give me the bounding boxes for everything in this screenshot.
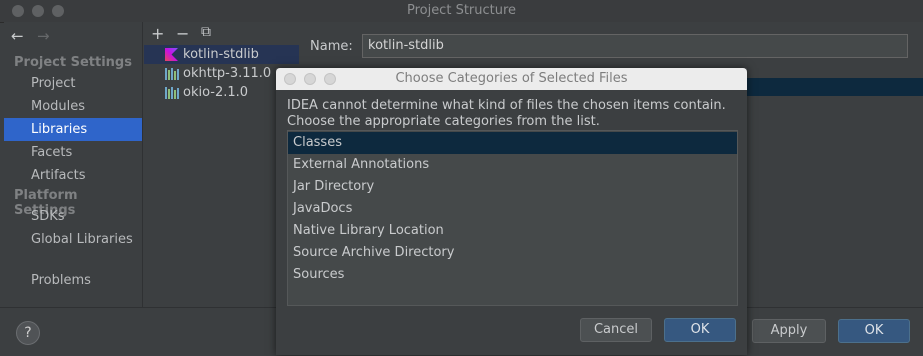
category-item-external-annotations[interactable]: External Annotations (288, 154, 737, 176)
project-settings-header: Project Settings (14, 55, 132, 70)
nav-item-artifacts[interactable]: Artifacts (4, 164, 142, 187)
choose-categories-dialog: Choose Categories of Selected Files IDEA… (276, 68, 747, 355)
nav-item-facets[interactable]: Facets (4, 141, 142, 164)
dialog-ok-button[interactable]: OK (664, 318, 736, 342)
category-item-source-archive-directory[interactable]: Source Archive Directory (288, 242, 737, 264)
ok-button[interactable]: OK (838, 319, 910, 343)
back-arrow-icon[interactable]: ← (11, 27, 24, 45)
window-titlebar: Project Structure (0, 0, 923, 23)
nav-item-libraries[interactable]: Libraries (4, 118, 142, 141)
name-label: Name: (310, 39, 353, 54)
remove-icon[interactable]: − (176, 24, 189, 43)
dialog-message-line1: IDEA cannot determine what kind of files… (287, 98, 726, 113)
dialog-title: Choose Categories of Selected Files (395, 71, 628, 86)
nav-item-problems[interactable]: Problems (4, 269, 142, 292)
jar-library-icon (165, 68, 179, 80)
name-field[interactable]: kotlin-stdlib (362, 34, 908, 58)
nav-item-global-libraries[interactable]: Global Libraries (4, 228, 142, 251)
category-list[interactable]: Classes External Annotations Jar Directo… (287, 130, 738, 306)
nav-item-modules[interactable]: Modules (4, 95, 142, 118)
jar-library-icon (165, 87, 179, 99)
category-item-jar-directory[interactable]: Jar Directory (288, 176, 737, 198)
library-label: okio-2.1.0 (183, 85, 249, 100)
dialog-cancel-button[interactable]: Cancel (580, 318, 652, 342)
category-item-sources[interactable]: Sources (288, 264, 737, 286)
window-title: Project Structure (406, 3, 517, 18)
category-item-native-library-location[interactable]: Native Library Location (288, 220, 737, 242)
nav-item-sdks[interactable]: SDKs (4, 205, 142, 228)
nav-item-project[interactable]: Project (4, 72, 142, 95)
library-item-kotlin-stdlib[interactable]: kotlin-stdlib (144, 45, 299, 64)
apply-button[interactable]: Apply (752, 319, 826, 343)
library-label: kotlin-stdlib (183, 47, 259, 62)
category-item-classes[interactable]: Classes (288, 132, 737, 154)
copy-icon[interactable]: ⧉ (201, 24, 211, 40)
settings-nav: ← → Project Settings Project Modules Lib… (4, 22, 142, 307)
library-label: okhttp-3.11.0 (183, 66, 272, 81)
dialog-message-line2: Choose the appropriate categories from t… (287, 114, 600, 129)
category-item-javadocs[interactable]: JavaDocs (288, 198, 737, 220)
forward-arrow-icon[interactable]: → (37, 27, 50, 45)
help-button[interactable]: ? (16, 321, 40, 345)
dialog-titlebar: Choose Categories of Selected Files (276, 68, 747, 90)
add-icon[interactable]: + (151, 24, 164, 43)
kotlin-icon (165, 48, 178, 61)
